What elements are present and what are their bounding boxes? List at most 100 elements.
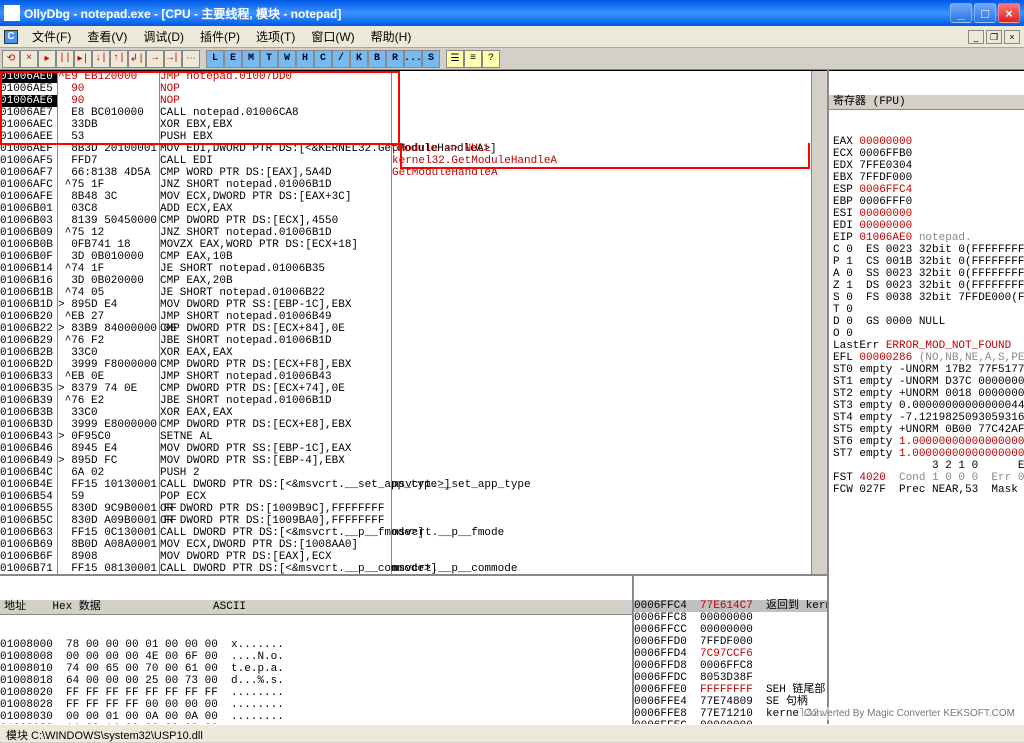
stack-row[interactable]: 0006FFC8 00000000 xyxy=(634,612,827,624)
disasm-row[interactable]: 01006AEE 53PUSH EBX xyxy=(0,131,811,143)
toolbar-btn[interactable]: ▸| xyxy=(74,50,92,68)
toolbar-btn[interactable]: || xyxy=(56,50,74,68)
toolbar-btn[interactable]: ⟲ xyxy=(2,50,20,68)
toolbar-btn[interactable]: × xyxy=(20,50,38,68)
stack-row[interactable]: 0006FFE0 FFFFFFFF SEH 链尾部 xyxy=(634,684,827,696)
mdi-close[interactable]: × xyxy=(1004,30,1020,44)
disasm-row[interactable]: 01006B43> 0F95C0SETNE AL xyxy=(0,431,811,443)
disasm-row[interactable]: 01006B03 8139 50450000CMP DWORD PTR DS:[… xyxy=(0,215,811,227)
disasm-row[interactable]: 01006B3D 3999 E8000000CMP DWORD PTR DS:[… xyxy=(0,419,811,431)
disasm-row[interactable]: 01006B20 ^EB 27JMP SHORT notepad.01006B4… xyxy=(0,311,811,323)
disasm-row[interactable]: 01006B01 03C8ADD ECX,EAX xyxy=(0,203,811,215)
disasm-row[interactable]: 01006AE6 90NOP xyxy=(0,95,811,107)
disasm-row[interactable]: 01006B69 8B0D A08A0001MOV ECX,DWORD PTR … xyxy=(0,539,811,551)
dump-row[interactable]: 01008028 FF FF FF FF 00 00 00 00 .......… xyxy=(0,699,632,711)
menu-选项(T)[interactable]: 选项(T) xyxy=(248,28,303,46)
disasm-row[interactable]: 01006B0F 3D 0B010000CMP EAX,10B xyxy=(0,251,811,263)
disasm-row[interactable]: 01006AFE 8B48 3CMOV ECX,DWORD PTR DS:[EA… xyxy=(0,191,811,203)
menu-窗口(W)[interactable]: 窗口(W) xyxy=(303,28,362,46)
disasm-row[interactable]: 01006AE0^E9 EB120000JMP notepad.01007DD0 xyxy=(0,71,811,83)
stack-view[interactable]: 0006FFC4 77E614C7 返回到 kernel32.77E614C70… xyxy=(632,576,827,724)
disasm-row[interactable]: 01006B16 3D 0B020000CMP EAX,20B xyxy=(0,275,811,287)
toolbar-btn[interactable]: B xyxy=(368,50,386,68)
disasm-row[interactable]: 01006B55 830D 9C9B0001 FFOR DWORD PTR DS… xyxy=(0,503,811,515)
toolbar-btn[interactable]: ↓| xyxy=(92,50,110,68)
registers-pane[interactable]: 寄存器 (FPU) EAX 00000000ECX 0006FFB0EDX 7F… xyxy=(829,70,1024,724)
stack-row[interactable]: 0006FFD0 7FFDF000 xyxy=(634,636,827,648)
disasm-row[interactable]: 01006AF7 66:8138 4D5ACMP WORD PTR DS:[EA… xyxy=(0,167,811,179)
disasm-row[interactable]: 01006B09 ^75 12JNZ SHORT notepad.01006B1… xyxy=(0,227,811,239)
disasm-row[interactable]: 01006B2B 33C0XOR EAX,EAX xyxy=(0,347,811,359)
toolbar-btn[interactable]: E xyxy=(224,50,242,68)
toolbar-btn[interactable]: K xyxy=(350,50,368,68)
stack-row[interactable]: 0006FFE8 77E71210 kernel32.77E71210 xyxy=(634,708,827,720)
toolbar-btn[interactable]: →| xyxy=(164,50,182,68)
toolbar-btn[interactable]: R xyxy=(386,50,404,68)
disasm-row[interactable]: 01006AE5 90NOP xyxy=(0,83,811,95)
stack-row[interactable]: 0006FFD4 7C97CCF6 xyxy=(634,648,827,660)
close-button[interactable]: × xyxy=(998,3,1020,23)
stack-row[interactable]: 0006FFC4 77E614C7 返回到 kernel32.77E614C7 xyxy=(634,600,827,612)
mdi-restore[interactable]: ❐ xyxy=(986,30,1002,44)
disasm-row[interactable]: 01006B14 ^74 1FJE SHORT notepad.01006B35 xyxy=(0,263,811,275)
disasm-row[interactable]: 01006AEF 8B3D 20100001MOV EDI,DWORD PTR … xyxy=(0,143,811,155)
dump-row[interactable]: 01008018 64 00 00 00 25 00 73 00 d...%.s… xyxy=(0,675,632,687)
disasm-row[interactable]: 01006B2D 3999 F8000000CMP DWORD PTR DS:[… xyxy=(0,359,811,371)
toolbar-btn[interactable]: / xyxy=(332,50,350,68)
dump-row[interactable]: 01008000 78 00 00 00 01 00 00 00 x......… xyxy=(0,639,632,651)
toolbar-btn[interactable]: T xyxy=(260,50,278,68)
disasm-row[interactable]: 01006AEC 33DBXOR EBX,EBX xyxy=(0,119,811,131)
disasm-row[interactable]: 01006B6F 8908MOV DWORD PTR DS:[EAX],ECX xyxy=(0,551,811,563)
disasm-row[interactable]: 01006AE7 E8 BC010000CALL notepad.01006CA… xyxy=(0,107,811,119)
dump-row[interactable]: 01008038 14 00 14 00 00 00 00 00 .......… xyxy=(0,723,632,724)
mdi-min[interactable]: _ xyxy=(968,30,984,44)
menu-插件(P)[interactable]: 插件(P) xyxy=(192,28,248,46)
toolbar-btn[interactable]: L xyxy=(206,50,224,68)
disasm-row[interactable]: 01006B5C 830D A09B0001 FFOR DWORD PTR DS… xyxy=(0,515,811,527)
dump-row[interactable]: 01008010 74 00 65 00 70 00 61 00 t.e.p.a… xyxy=(0,663,632,675)
stack-row[interactable]: 0006FFD8 0006FFC8 xyxy=(634,660,827,672)
toolbar-btn[interactable]: W xyxy=(278,50,296,68)
toolbar-btn[interactable]: ... xyxy=(404,50,422,68)
menu-查看(V)[interactable]: 查看(V) xyxy=(79,28,135,46)
stack-row[interactable]: 0006FFEC 00000000 xyxy=(634,720,827,724)
disasm-row[interactable]: 01006B33 ^EB 0EJMP SHORT notepad.01006B4… xyxy=(0,371,811,383)
toolbar-btn[interactable]: M xyxy=(242,50,260,68)
stack-row[interactable]: 0006FFDC 8053D38F xyxy=(634,672,827,684)
toolbar-btn[interactable]: ? xyxy=(482,50,500,68)
toolbar-btn[interactable]: ↲| xyxy=(128,50,146,68)
dump-row[interactable]: 01008008 00 00 00 00 4E 00 6F 00 ....N.o… xyxy=(0,651,632,663)
disasm-row[interactable]: 01006B1D> 895D E4MOV DWORD PTR SS:[EBP-1… xyxy=(0,299,811,311)
disasm-row[interactable]: 01006B3B 33C0XOR EAX,EAX xyxy=(0,407,811,419)
toolbar-btn[interactable]: ≡ xyxy=(464,50,482,68)
stack-row[interactable]: 0006FFE4 77E74809 SE 句柄 xyxy=(634,696,827,708)
hex-dump[interactable]: 地址 Hex 数据 ASCII 01008000 78 00 00 00 01 … xyxy=(0,576,632,724)
toolbar-btn[interactable]: → xyxy=(146,50,164,68)
dump-row[interactable]: 01008030 00 00 01 00 0A 00 0A 00 .......… xyxy=(0,711,632,723)
stack-row[interactable]: 0006FFCC 00000000 xyxy=(634,624,827,636)
disasm-row[interactable]: 01006B49> 895D FCMOV DWORD PTR SS:[EBP-4… xyxy=(0,455,811,467)
menu-调试(D)[interactable]: 调试(D) xyxy=(135,28,192,46)
toolbar-btn[interactable]: C xyxy=(314,50,332,68)
disasm-row[interactable]: 01006B0B 0FB741 18MOVZX EAX,WORD PTR DS:… xyxy=(0,239,811,251)
disasm-row[interactable]: 01006B54 59POP ECX xyxy=(0,491,811,503)
cpu-disassembly[interactable]: 01006AE0^E9 EB120000JMP notepad.01007DD0… xyxy=(0,70,827,574)
toolbar-btn[interactable]: ↑| xyxy=(110,50,128,68)
disasm-row[interactable]: 01006B71 FF15 08130001CALL DWORD PTR DS:… xyxy=(0,563,811,574)
disasm-row[interactable]: 01006B35> 8379 74 0ECMP DWORD PTR DS:[EC… xyxy=(0,383,811,395)
disasm-row[interactable]: 01006B4E FF15 10130001CALL DWORD PTR DS:… xyxy=(0,479,811,491)
disasm-row[interactable]: 01006B29 ^76 F2JBE SHORT notepad.01006B1… xyxy=(0,335,811,347)
menu-帮助(H)[interactable]: 帮助(H) xyxy=(363,28,420,46)
disasm-row[interactable]: 01006B22> 83B9 84000000 0ECMP DWORD PTR … xyxy=(0,323,811,335)
maximize-button[interactable]: □ xyxy=(974,3,996,23)
disasm-row[interactable]: 01006B46 8945 E4MOV DWORD PTR SS:[EBP-1C… xyxy=(0,443,811,455)
disasm-row[interactable]: 01006B1B ^74 05JE SHORT notepad.01006B22 xyxy=(0,287,811,299)
toolbar-btn[interactable]: ⋯ xyxy=(182,50,200,68)
menu-文件(F)[interactable]: 文件(F) xyxy=(24,28,79,46)
disasm-row[interactable]: 01006B39 ^76 E2JBE SHORT notepad.01006B1… xyxy=(0,395,811,407)
minimize-button[interactable]: _ xyxy=(950,3,972,23)
toolbar-btn[interactable]: ☰ xyxy=(446,50,464,68)
disasm-row[interactable]: 01006AFC ^75 1FJNZ SHORT notepad.01006B1… xyxy=(0,179,811,191)
toolbar-btn[interactable]: S xyxy=(422,50,440,68)
dump-row[interactable]: 01008020 FF FF FF FF FF FF FF FF .......… xyxy=(0,687,632,699)
